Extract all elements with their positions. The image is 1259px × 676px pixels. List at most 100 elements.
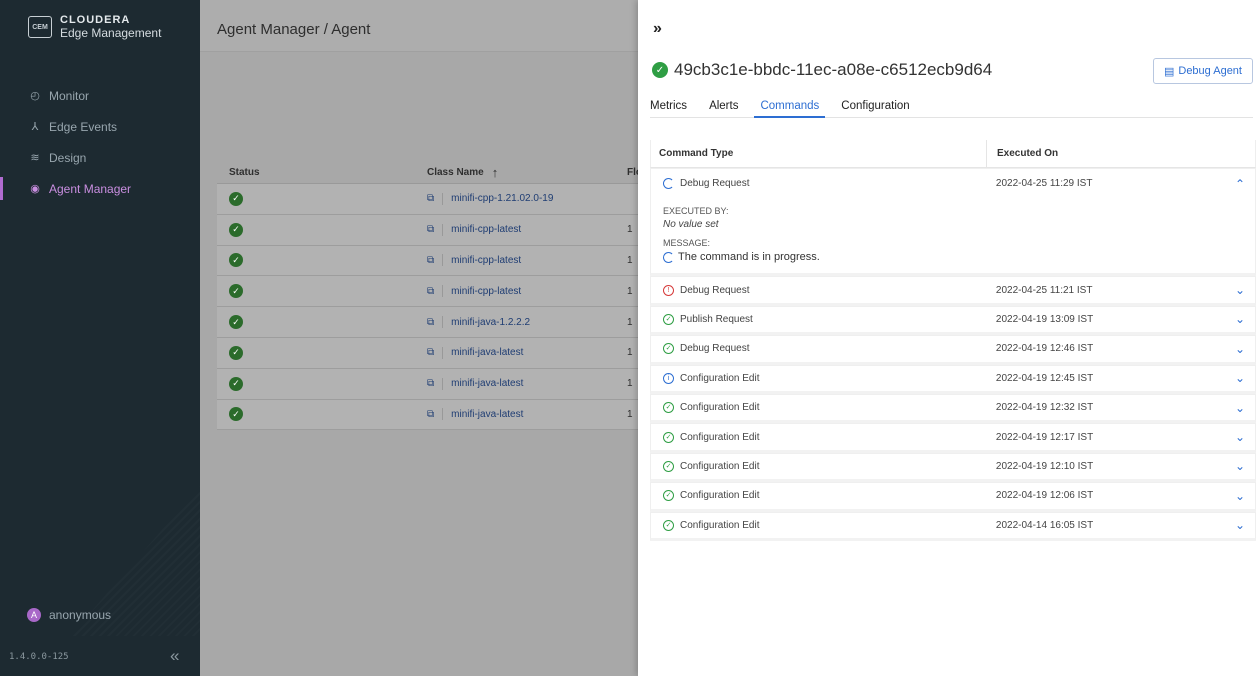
copy-icon[interactable]: ⧉ (427, 255, 434, 266)
flow-cell: 1 (627, 408, 633, 420)
table-row[interactable]: ✓ ⧉ minifi-cpp-1.21.02.0-19 (217, 184, 638, 215)
copy-icon[interactable]: ⧉ (427, 193, 434, 204)
class-name-link[interactable]: minifi-java-latest (451, 409, 523, 420)
column-class-name[interactable]: Class Name ↑ (427, 165, 627, 180)
user-menu[interactable]: A anonymous (27, 608, 111, 622)
table-row[interactable]: ✓ Configuration Edit 2022-04-14 16:05 IST ⌄ (650, 511, 1256, 541)
tab-configuration[interactable]: Configuration (841, 96, 909, 118)
tab-metrics[interactable]: Metrics (650, 96, 687, 118)
chevron-down-icon[interactable]: ⌄ (1225, 283, 1255, 297)
sidebar: CEM CLOUDERA Edge Management ◴ Monitor ⅄… (0, 0, 200, 676)
table-row[interactable]: ✓ Configuration Edit 2022-04-19 12:32 IST ⌄ (650, 393, 1256, 424)
table-row[interactable]: ✓ ⧉ minifi-java-latest 1 (217, 337, 638, 369)
table-row[interactable]: ✓ ⧉ minifi-cpp-latest 1 (217, 245, 638, 277)
in-progress-icon (663, 178, 674, 190)
tab-commands[interactable]: Commands (754, 96, 826, 118)
command-type: Debug Request (680, 178, 750, 190)
executed-on: 2022-04-19 12:46 IST (995, 343, 1094, 355)
status-ok-icon: ✓ (229, 284, 243, 299)
table-row[interactable]: ✓ Configuration Edit 2022-04-19 12:10 IST ⌄ (650, 452, 1256, 483)
table-row[interactable]: ✓ ⧉ minifi-java-latest 1 (217, 368, 638, 400)
collapse-sidebar-icon[interactable]: « (170, 646, 179, 666)
class-cell: ⧉ minifi-java-latest (427, 346, 627, 359)
table-row[interactable]: Debug Request 2022-04-25 11:29 IST ⌃ (651, 169, 1255, 199)
cem-logo-icon: CEM (28, 16, 52, 38)
agent-manager-icon: ◉ (30, 183, 40, 195)
class-name-link[interactable]: minifi-java-latest (451, 378, 523, 389)
agents-table: Status Class Name ↑ Flo ✓ ⧉ minifi-cpp-1.2… (217, 162, 638, 431)
copy-icon[interactable]: ⧉ (427, 378, 434, 389)
class-name-link[interactable]: minifi-java-latest (451, 347, 523, 358)
class-name-link[interactable]: minifi-java-1.2.2.2 (451, 317, 530, 328)
debug-agent-button[interactable]: ▤ Debug Agent (1152, 58, 1253, 84)
column-command-type[interactable]: Command Type (651, 140, 987, 167)
copy-icon[interactable]: ⧉ (427, 409, 434, 420)
status-ok-icon: ✓ (229, 376, 243, 391)
column-executed-on[interactable]: Executed On (987, 148, 1058, 159)
sidebar-item-agent-manager[interactable]: ◉ Agent Manager (0, 173, 200, 204)
class-name-link[interactable]: minifi-cpp-latest (451, 286, 521, 297)
info-circle-icon: i (663, 372, 674, 384)
status-cell: ✓ (217, 315, 427, 330)
sidebar-item-edge-events[interactable]: ⅄ Edge Events (0, 111, 200, 142)
chevron-down-icon[interactable]: ⌄ (1225, 342, 1255, 356)
status-ok-icon: ✓ (229, 222, 243, 237)
copy-icon[interactable]: ⧉ (427, 347, 434, 358)
table-row[interactable]: ✓ ⧉ minifi-cpp-latest 1 (217, 276, 638, 308)
command-type: Debug Request (680, 343, 750, 355)
class-name-link[interactable]: minifi-cpp-latest (451, 255, 521, 266)
gauge-icon: ◴ (30, 90, 40, 102)
chevron-down-icon[interactable]: ⌄ (1225, 489, 1255, 503)
table-row[interactable]: ✓ Configuration Edit 2022-04-19 12:17 IST ⌄ (650, 423, 1256, 453)
table-row[interactable]: ✓ Configuration Edit 2022-04-19 12:06 IST ⌄ (650, 482, 1256, 512)
executed-on: 2022-04-19 12:10 IST (995, 460, 1094, 472)
sidebar-item-label: Edge Events (49, 119, 118, 134)
status-cell: ✓ (217, 222, 427, 237)
sidebar-item-design[interactable]: ≋ Design (0, 142, 200, 173)
check-circle-icon: ✓ (663, 460, 674, 472)
brand-logo[interactable]: CEM CLOUDERA Edge Management (28, 14, 161, 40)
message-value: The command is in progress. (663, 251, 1255, 263)
class-cell: ⧉ minifi-cpp-1.21.02.0-19 (427, 192, 627, 205)
class-name-link[interactable]: minifi-cpp-1.21.02.0-19 (451, 193, 553, 204)
executed-on: 2022-04-14 16:05 IST (995, 519, 1094, 531)
chevron-down-icon[interactable]: ⌄ (1225, 401, 1255, 415)
check-circle-icon: ✓ (663, 343, 674, 355)
column-status[interactable]: Status (217, 167, 427, 178)
copy-icon[interactable]: ⧉ (427, 224, 434, 235)
table-row[interactable]: ✓ ⧉ minifi-cpp-latest 1 (217, 214, 638, 246)
table-row[interactable]: i Configuration Edit 2022-04-19 12:45 IST ⌄ (650, 364, 1256, 394)
table-row[interactable]: ✓ ⧉ minifi-java-1.2.2.2 1 (217, 307, 638, 338)
username: anonymous (49, 608, 112, 622)
panel-tabs: Metrics Alerts Commands Configuration (650, 96, 1253, 118)
command-type: Configuration Edit (680, 490, 760, 502)
status-cell: ✓ (217, 407, 427, 422)
close-panel-icon[interactable]: » (653, 20, 662, 38)
copy-icon[interactable]: ⧉ (427, 286, 434, 297)
divider (442, 346, 444, 359)
flow-cell: 1 (627, 316, 633, 328)
copy-icon[interactable]: ⧉ (427, 317, 434, 328)
executed-on: 2022-04-19 12:45 IST (995, 372, 1094, 384)
executed-on: 2022-04-19 13:09 IST (995, 313, 1094, 325)
table-row[interactable]: ✓ ⧉ minifi-java-latest 1 (217, 399, 638, 431)
table-row[interactable]: ✓ Publish Request 2022-04-19 13:09 IST ⌄ (650, 305, 1256, 336)
sidebar-item-monitor[interactable]: ◴ Monitor (0, 80, 200, 111)
chevron-down-icon[interactable]: ⌄ (1225, 459, 1255, 473)
class-name-link[interactable]: minifi-cpp-latest (451, 224, 521, 235)
table-row[interactable]: ✓ Debug Request 2022-04-19 12:46 IST ⌄ (650, 335, 1256, 365)
column-flow[interactable]: Flo (627, 167, 638, 178)
chevron-down-icon[interactable]: ⌄ (1225, 518, 1255, 532)
check-circle-icon: ✓ (663, 519, 674, 531)
chevron-up-icon[interactable]: ⌃ (1225, 177, 1255, 191)
status-cell: ✓ (217, 191, 427, 206)
status-ok-icon: ✓ (229, 315, 243, 330)
chevron-down-icon[interactable]: ⌄ (1225, 371, 1255, 385)
table-row[interactable]: ! Debug Request 2022-04-25 11:21 IST ⌄ (650, 276, 1256, 306)
sort-ascending-icon: ↑ (491, 165, 499, 180)
tab-alerts[interactable]: Alerts (709, 96, 738, 118)
error-circle-icon: ! (663, 284, 674, 296)
chevron-down-icon[interactable]: ⌄ (1225, 312, 1255, 326)
chevron-down-icon[interactable]: ⌄ (1225, 430, 1255, 444)
clipboard-icon: ▤ (1163, 65, 1175, 78)
